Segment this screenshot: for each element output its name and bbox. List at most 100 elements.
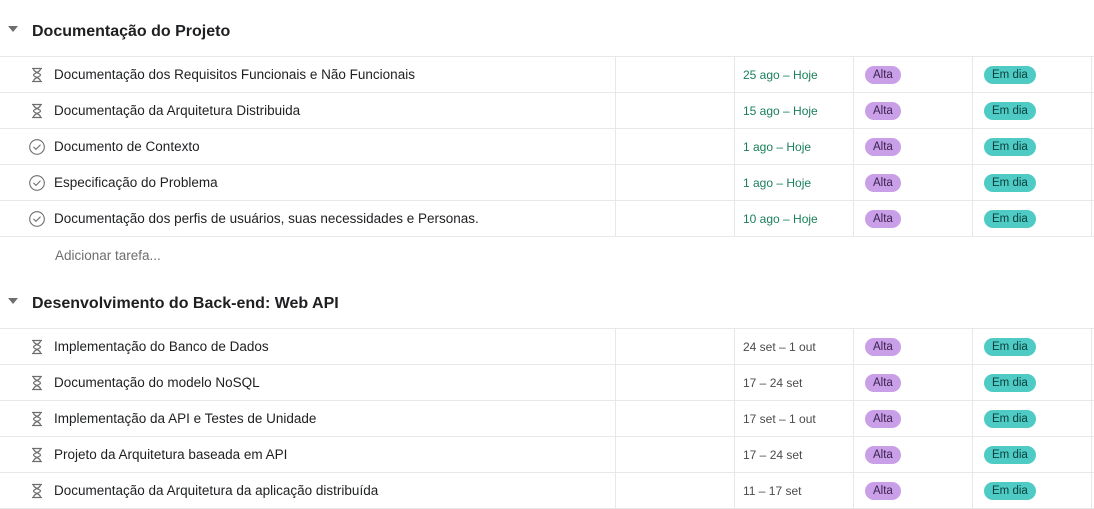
hourglass-icon[interactable] — [28, 338, 46, 356]
due-date: 1 ago – Hoje — [743, 140, 812, 154]
task-row[interactable]: Documentação da Arquitetura da aplicação… — [0, 473, 1094, 509]
empty-cell[interactable] — [615, 93, 735, 128]
status-badge[interactable]: Em dia — [984, 446, 1036, 464]
due-date: 1 ago – Hoje — [743, 176, 812, 190]
priority-cell: Alta — [853, 93, 973, 128]
task-name[interactable]: Implementação da API e Testes de Unidade — [54, 401, 316, 437]
date-cell[interactable]: 25 ago – Hoje — [734, 57, 854, 92]
priority-badge[interactable]: Alta — [865, 174, 901, 192]
empty-cell[interactable] — [615, 201, 735, 236]
task-name[interactable]: Documentação dos Requisitos Funcionais e… — [54, 57, 415, 93]
task-name[interactable]: Documento de Contexto — [54, 129, 200, 165]
date-cell[interactable]: 1 ago – Hoje — [734, 129, 854, 164]
status-badge[interactable]: Em dia — [984, 210, 1036, 228]
check-circle-icon[interactable] — [28, 174, 46, 192]
priority-badge[interactable]: Alta — [865, 338, 901, 356]
hourglass-icon[interactable] — [28, 374, 46, 392]
date-cell[interactable]: 24 set – 1 out — [734, 329, 854, 364]
task-list: Documentação dos Requisitos Funcionais e… — [0, 56, 1094, 237]
date-cell[interactable]: 10 ago – Hoje — [734, 201, 854, 236]
status-cell: Em dia — [972, 437, 1092, 472]
section-documentacao: Documentação do Projeto Documentação dos… — [0, 2, 1094, 273]
caret-down-icon[interactable] — [8, 298, 18, 304]
task-row[interactable]: Documentação dos Requisitos Funcionais e… — [0, 57, 1094, 93]
add-task-link[interactable]: Adicionar tarefa... — [55, 237, 161, 275]
empty-cell[interactable] — [615, 57, 735, 92]
priority-badge[interactable]: Alta — [865, 210, 901, 228]
empty-cell[interactable] — [615, 365, 735, 400]
date-cell[interactable]: 15 ago – Hoje — [734, 93, 854, 128]
date-cell[interactable]: 17 set – 1 out — [734, 401, 854, 436]
task-row[interactable]: Documentação do modelo NoSQL 17 – 24 set… — [0, 365, 1094, 401]
hourglass-icon[interactable] — [28, 410, 46, 428]
add-task-row[interactable]: Adicionar tarefa... — [0, 237, 1094, 273]
empty-cell[interactable] — [615, 401, 735, 436]
priority-badge[interactable]: Alta — [865, 138, 901, 156]
task-name[interactable]: Projeto da Arquitetura baseada em API — [54, 437, 287, 473]
caret-down-icon[interactable] — [8, 26, 18, 32]
priority-cell: Alta — [853, 473, 973, 508]
task-row[interactable]: Documentação da Arquitetura Distribuida … — [0, 93, 1094, 129]
priority-cell: Alta — [853, 365, 973, 400]
check-circle-icon[interactable] — [28, 210, 46, 228]
task-row[interactable]: Projeto da Arquitetura baseada em API 17… — [0, 437, 1094, 473]
empty-cell[interactable] — [615, 129, 735, 164]
priority-cell: Alta — [853, 329, 973, 364]
hourglass-icon[interactable] — [28, 66, 46, 84]
task-name[interactable]: Documentação da Arquitetura Distribuida — [54, 93, 300, 129]
priority-cell: Alta — [853, 401, 973, 436]
status-badge[interactable]: Em dia — [984, 482, 1036, 500]
status-badge[interactable]: Em dia — [984, 338, 1036, 356]
task-name[interactable]: Documentação do modelo NoSQL — [54, 365, 260, 401]
status-badge[interactable]: Em dia — [984, 174, 1036, 192]
task-name-cell: Documentação da Arquitetura da aplicação… — [0, 473, 616, 508]
task-name[interactable]: Implementação do Banco de Dados — [54, 329, 269, 365]
task-row[interactable]: Documento de Contexto 1 ago – Hoje Alta … — [0, 129, 1094, 165]
task-name-cell: Documento de Contexto — [0, 129, 616, 164]
priority-cell: Alta — [853, 201, 973, 236]
task-name-cell: Documentação do modelo NoSQL — [0, 365, 616, 400]
status-cell: Em dia — [972, 365, 1092, 400]
status-cell: Em dia — [972, 473, 1092, 508]
priority-badge[interactable]: Alta — [865, 102, 901, 120]
check-circle-icon[interactable] — [28, 138, 46, 156]
status-badge[interactable]: Em dia — [984, 374, 1036, 392]
date-cell[interactable]: 11 – 17 set — [734, 473, 854, 508]
task-row[interactable]: Documentação dos perfis de usuários, sua… — [0, 201, 1094, 237]
status-badge[interactable]: Em dia — [984, 138, 1036, 156]
due-date: 17 – 24 set — [743, 376, 803, 390]
section-header: Documentação do Projeto — [0, 2, 1094, 56]
section-title[interactable]: Desenvolvimento do Back-end: Web API — [32, 274, 339, 334]
task-name[interactable]: Especificação do Problema — [54, 165, 218, 201]
section-title[interactable]: Documentação do Projeto — [32, 2, 230, 62]
task-name[interactable]: Documentação da Arquitetura da aplicação… — [54, 473, 378, 509]
date-cell[interactable]: 17 – 24 set — [734, 365, 854, 400]
date-cell[interactable]: 17 – 24 set — [734, 437, 854, 472]
priority-badge[interactable]: Alta — [865, 374, 901, 392]
hourglass-icon[interactable] — [28, 102, 46, 120]
empty-cell[interactable] — [615, 473, 735, 508]
status-cell: Em dia — [972, 165, 1092, 200]
status-badge[interactable]: Em dia — [984, 66, 1036, 84]
status-cell: Em dia — [972, 93, 1092, 128]
hourglass-icon[interactable] — [28, 482, 46, 500]
empty-cell[interactable] — [615, 165, 735, 200]
status-cell: Em dia — [972, 129, 1092, 164]
priority-cell: Alta — [853, 57, 973, 92]
status-cell: Em dia — [972, 401, 1092, 436]
date-cell[interactable]: 1 ago – Hoje — [734, 165, 854, 200]
priority-badge[interactable]: Alta — [865, 410, 901, 428]
priority-badge[interactable]: Alta — [865, 66, 901, 84]
status-badge[interactable]: Em dia — [984, 410, 1036, 428]
task-row[interactable]: Especificação do Problema 1 ago – Hoje A… — [0, 165, 1094, 201]
task-name[interactable]: Documentação dos perfis de usuários, sua… — [54, 201, 479, 237]
empty-cell[interactable] — [615, 437, 735, 472]
status-cell: Em dia — [972, 329, 1092, 364]
status-badge[interactable]: Em dia — [984, 102, 1036, 120]
hourglass-icon[interactable] — [28, 446, 46, 464]
empty-cell[interactable] — [615, 329, 735, 364]
task-row[interactable]: Implementação da API e Testes de Unidade… — [0, 401, 1094, 437]
task-row[interactable]: Implementação do Banco de Dados 24 set –… — [0, 329, 1094, 365]
priority-badge[interactable]: Alta — [865, 482, 901, 500]
priority-badge[interactable]: Alta — [865, 446, 901, 464]
